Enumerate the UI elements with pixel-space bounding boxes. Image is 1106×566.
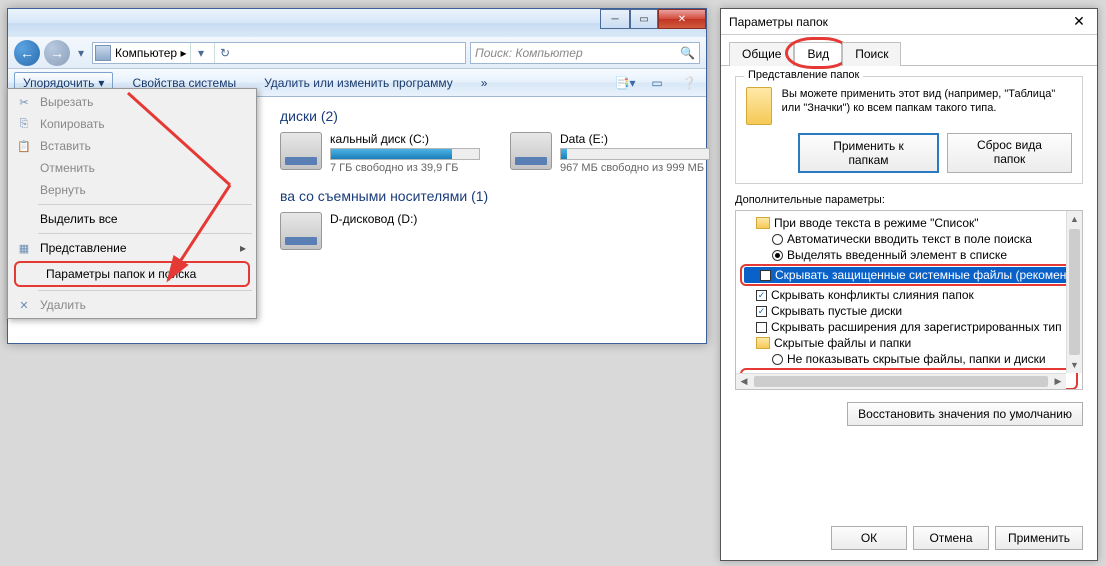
address-dropdown[interactable]: ▾	[190, 43, 210, 63]
radio-icon	[772, 250, 783, 261]
forward-button[interactable]: →	[44, 40, 70, 66]
drive-free-text: 7 ГБ свободно из 39,9 ГБ	[330, 162, 480, 174]
menu-copy[interactable]: ⎘Копировать	[10, 113, 254, 135]
menu-delete[interactable]: ✕Удалить	[10, 294, 254, 316]
cut-icon: ✂	[16, 94, 32, 110]
refresh-button[interactable]: ↻	[214, 43, 234, 63]
tree-option-hide-protected[interactable]: Скрывать защищенные системные файлы (рек…	[744, 267, 1074, 283]
tree-option-hide-ext[interactable]: Скрывать расширения для зарегистрированн…	[740, 319, 1078, 335]
history-dropdown[interactable]: ▾	[74, 45, 88, 61]
dialog-close-button[interactable]: ✕	[1069, 12, 1089, 32]
radio-icon	[772, 234, 783, 245]
tab-search[interactable]: Поиск	[842, 42, 901, 66]
folder-views-group: Представление папок Вы можете применить …	[735, 76, 1083, 184]
menu-cut[interactable]: ✂Вырезать	[10, 91, 254, 113]
menu-folder-options[interactable]: Параметры папок и поиска	[14, 261, 250, 287]
tree-option-auto-search[interactable]: Автоматически вводить текст в поле поиск…	[740, 231, 1078, 247]
section-hard-drives: диски (2)	[280, 108, 691, 124]
back-button[interactable]: ←	[14, 40, 40, 66]
reset-folders-button[interactable]: Сброс вида папок	[947, 133, 1072, 173]
drive-e[interactable]: Data (E:) 967 МБ свободно из 999 МБ	[510, 132, 710, 174]
scrollbar-vertical[interactable]: ▲▼	[1066, 211, 1082, 373]
delete-icon: ✕	[16, 297, 32, 313]
tree-group-list-typing: При вводе текста в режиме "Список"	[740, 215, 1078, 231]
search-placeholder: Поиск: Компьютер	[475, 46, 583, 60]
folder-icon	[756, 217, 770, 229]
drive-name: Data (E:)	[560, 132, 710, 146]
checkbox-icon	[756, 322, 767, 333]
tab-view[interactable]: Вид	[794, 42, 842, 66]
tree-option-hide-empty[interactable]: ✓Скрывать пустые диски	[740, 303, 1078, 319]
tree-option-select-typed[interactable]: Выделять введенный элемент в списке	[740, 247, 1078, 263]
ok-button[interactable]: ОК	[831, 526, 907, 550]
chevron-right-icon: ▸	[240, 241, 246, 255]
group-description: Вы можете применить этот вид (например, …	[782, 87, 1072, 116]
minimize-button[interactable]: ─	[600, 9, 630, 29]
tab-strip: Общие Вид Поиск	[721, 35, 1097, 66]
tree-option-dont-show-hidden[interactable]: Не показывать скрытые файлы, папки и дис…	[740, 351, 1078, 367]
folder-options-dialog: Параметры папок ✕ Общие Вид Поиск Предст…	[720, 8, 1098, 561]
menu-select-all[interactable]: Выделить все	[10, 208, 254, 230]
restore-defaults-button[interactable]: Восстановить значения по умолчанию	[847, 402, 1083, 426]
titlebar: ─ ▭ ✕	[8, 9, 706, 37]
drive-free-text: 967 МБ свободно из 999 МБ	[560, 162, 710, 174]
close-button[interactable]: ✕	[658, 9, 706, 29]
drive-usage-bar	[560, 148, 710, 160]
nav-toolbar: ← → ▾ Компьютер ▸ ▾ ↻ Поиск: Компьютер 🔍	[8, 37, 706, 69]
cancel-button[interactable]: Отмена	[913, 526, 989, 550]
search-input[interactable]: Поиск: Компьютер 🔍	[470, 42, 700, 64]
annotation-highlight: Скрывать защищенные системные файлы (рек…	[740, 264, 1078, 286]
preview-pane-button[interactable]: ▭	[646, 72, 668, 94]
drive-c[interactable]: кальный диск (C:) 7 ГБ свободно из 39,9 …	[280, 132, 480, 174]
apply-to-folders-button[interactable]: Применить к папкам	[798, 133, 939, 173]
apply-button[interactable]: Применить	[995, 526, 1083, 550]
drive-icon	[510, 132, 552, 170]
drive-name: кальный диск (C:)	[330, 132, 480, 146]
tree-option-hide-merge[interactable]: ✓Скрывать конфликты слияния папок	[740, 287, 1078, 303]
tab-general[interactable]: Общие	[729, 42, 794, 66]
menu-lay out[interactable]: ▦Представление▸	[10, 237, 254, 259]
layout-icon: ▦	[16, 240, 32, 256]
computer-icon	[95, 45, 111, 61]
menu-undo[interactable]: Отменить	[10, 157, 254, 179]
group-label: Представление папок	[744, 69, 863, 81]
folder-icon	[746, 87, 772, 125]
checkbox-icon: ✓	[756, 290, 767, 301]
scrollbar-horizontal[interactable]: ◀▶	[736, 373, 1066, 389]
explorer-content: диски (2) кальный диск (C:) 7 ГБ свободн…	[266, 98, 705, 342]
search-icon: 🔍	[680, 46, 695, 60]
uninstall-program-button[interactable]: Удалить или изменить программу	[255, 72, 462, 94]
view-mode-button[interactable]: 📑▾	[614, 72, 636, 94]
menu-redo[interactable]: Вернуть	[10, 179, 254, 201]
paste-icon: 📋	[16, 138, 32, 154]
maximize-button[interactable]: ▭	[630, 9, 658, 29]
drive-name: D-дисковод (D:)	[330, 212, 417, 226]
dialog-titlebar: Параметры папок ✕	[721, 9, 1097, 35]
copy-icon: ⎘	[16, 116, 32, 132]
dvd-drive[interactable]: D-дисковод (D:)	[280, 212, 691, 250]
additional-params-label: Дополнительные параметры:	[735, 194, 1083, 206]
checkbox-icon: ✓	[756, 306, 767, 317]
dialog-title: Параметры папок	[729, 15, 828, 29]
organize-menu: ✂Вырезать ⎘Копировать 📋Вставить Отменить…	[7, 88, 257, 319]
drive-icon	[280, 132, 322, 170]
radio-icon	[772, 354, 783, 365]
menu-paste[interactable]: 📋Вставить	[10, 135, 254, 157]
section-removable: ва со съемными носителями (1)	[280, 188, 691, 204]
address-bar[interactable]: Компьютер ▸ ▾ ↻	[92, 42, 466, 64]
advanced-settings-tree[interactable]: При вводе текста в режиме "Список" Автом…	[735, 210, 1083, 390]
drive-usage-bar	[330, 148, 480, 160]
help-button[interactable]: ❔	[678, 72, 700, 94]
more-button[interactable]: »	[472, 72, 497, 94]
tree-group-hidden-files: Скрытые файлы и папки	[740, 335, 1078, 351]
breadcrumb[interactable]: Компьютер ▸	[115, 46, 186, 60]
folder-icon	[756, 337, 770, 349]
checkbox-icon	[760, 270, 771, 281]
dvd-icon	[280, 212, 322, 250]
